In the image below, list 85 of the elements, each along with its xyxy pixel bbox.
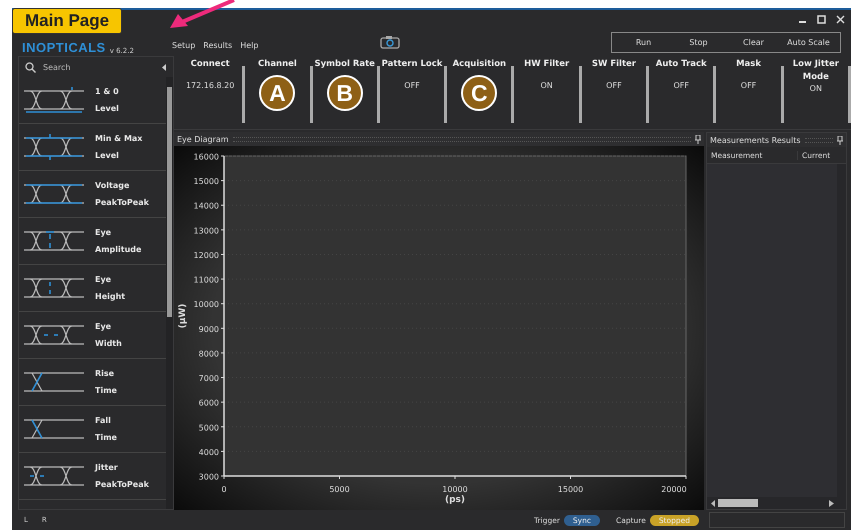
setting-label: Acquisition [452, 58, 506, 71]
setting-label: HW Filter [524, 58, 570, 71]
setting-label: SW Filter [592, 58, 636, 71]
axis-tick-label: 4000 [198, 448, 219, 457]
axis-tick-label: 11000 [194, 276, 219, 285]
scroll-left-icon[interactable] [711, 500, 716, 506]
setting-value[interactable]: OFF [740, 81, 756, 90]
close-icon[interactable] [836, 14, 845, 24]
item-label: Voltage [95, 181, 130, 190]
axis-tick-label: 15000 [558, 485, 584, 494]
axis-tick-label: 15000 [194, 177, 219, 186]
toolbar-button[interactable]: Auto Scale [781, 34, 836, 50]
item-label: Eye [95, 322, 112, 331]
setting-value[interactable]: OFF [606, 81, 622, 90]
item-label: Jitter [95, 463, 119, 472]
callout-label: Main Page [12, 8, 122, 34]
collapse-icon[interactable] [162, 64, 167, 70]
setting-label: Low Jitter Mode [792, 58, 840, 84]
axis-tick-label: 10000 [194, 300, 219, 310]
item-label: Amplitude [95, 245, 142, 254]
menu-item[interactable]: Setup [172, 40, 196, 50]
callout-marker: B [326, 75, 363, 111]
item-label: 1 & 0 [95, 87, 119, 96]
search-icon [25, 62, 36, 72]
menu-item[interactable]: Results [203, 40, 232, 50]
axis-tick-label: 5000 [329, 485, 350, 494]
app-logo: INOPTICALS [22, 40, 106, 54]
toolbar-button[interactable]: Stop [671, 34, 726, 50]
eye-pattern-icon [23, 86, 85, 114]
axis-tick-label: 20000 [661, 485, 687, 494]
item-label: PeakToPeak [95, 480, 149, 489]
item-label: Time [95, 433, 117, 442]
axis-tick-label: 0 [221, 485, 227, 494]
axis-tick-label: 3000 [198, 472, 219, 482]
item-label: Eye [95, 275, 112, 284]
setting-label: Channel [258, 58, 297, 71]
measurement-item[interactable]: 1 & 0 Level [19, 77, 166, 124]
axis-tick-label: 16000 [194, 152, 219, 162]
axis-tick-label: 14000 [194, 202, 219, 211]
camera-icon[interactable] [380, 35, 400, 49]
item-label: Rise [95, 369, 116, 378]
item-label: Time [95, 386, 117, 395]
toolbar-button[interactable]: Clear [726, 34, 781, 50]
item-label: PeakToPeak [95, 198, 149, 207]
panel-title: Eye Diagram [177, 134, 229, 144]
axis-tick-label: 13000 [194, 226, 219, 236]
axis-tick-label: 8000 [198, 349, 219, 358]
scroll-right-icon[interactable] [829, 500, 834, 506]
axis-tick-label: 5000 [198, 423, 219, 432]
setting-label: Mask [736, 58, 761, 71]
callout-marker: C [461, 75, 498, 111]
setting-value[interactable]: OFF [404, 81, 420, 90]
setting-value[interactable]: OFF [673, 81, 689, 90]
toolbar-button[interactable]: Run [616, 34, 671, 50]
pin-icon[interactable] [695, 134, 701, 144]
axis-tick-label: 10000 [442, 485, 468, 494]
axis-tick-label: 6000 [198, 398, 219, 408]
item-label: Height [95, 292, 126, 301]
item-label: Fall [95, 416, 112, 425]
pin-icon[interactable] [837, 136, 843, 144]
setting-label: Auto Track [656, 58, 707, 71]
axis-tick-label: 7000 [198, 374, 219, 384]
item-label: Min & Max [95, 134, 142, 143]
axis-title: (µW) [178, 304, 188, 328]
maximize-icon[interactable] [817, 14, 826, 24]
axis-title: (ps) [444, 495, 466, 505]
menu-item[interactable]: Help [240, 40, 258, 50]
setting-label: Symbol Rate [314, 58, 375, 71]
callout-marker: A [259, 75, 296, 111]
item-label: Width [95, 339, 122, 348]
eye-pattern-icon [23, 133, 85, 161]
measurement-item[interactable]: Voltage PeakToPeak [19, 171, 166, 218]
setting-label: Connect [190, 58, 230, 71]
setting-value[interactable]: ON [540, 81, 553, 90]
measurement-item[interactable]: Min & Max Level [19, 124, 166, 171]
setting-label: Pattern Lock [382, 58, 442, 71]
search-field[interactable]: Search [41, 62, 157, 72]
axis-tick-label: 12000 [194, 250, 219, 260]
item-label: Level [95, 151, 120, 160]
item-label: Eye [95, 228, 112, 237]
axis-tick-label: 9000 [198, 324, 219, 334]
item-label: Level [95, 104, 119, 113]
setting-value[interactable]: 172.16.8.20 [186, 81, 234, 90]
setting-value[interactable]: ON [810, 84, 822, 93]
panel-title: Measurements Results [710, 136, 801, 144]
